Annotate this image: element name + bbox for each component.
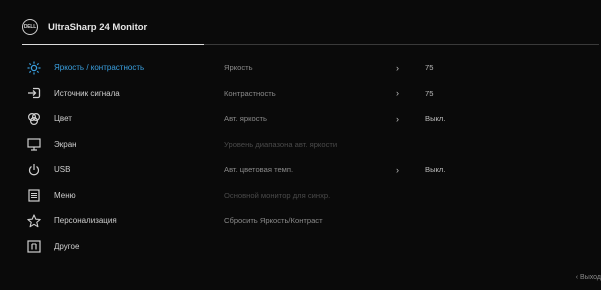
sidebar-item-label: USB — [54, 165, 71, 175]
exit-button[interactable]: ‹ Выход — [576, 274, 601, 281]
setting-value: Выкл. — [425, 165, 446, 175]
color-palette-icon — [26, 112, 42, 126]
input-source-icon — [26, 86, 42, 100]
setting-row-auto-color-temp[interactable]: Авт. цветовая темп. › Выкл. — [224, 157, 584, 183]
sidebar-item-menu[interactable]: Меню — [22, 183, 204, 209]
setting-label: Авт. яркость — [224, 114, 267, 124]
setting-row-reset-brightness-contrast[interactable]: Сбросить Яркость/Контраст — [224, 208, 584, 234]
sidebar-item-label: Цвет — [54, 114, 72, 124]
setting-label: Контрастность — [224, 88, 276, 98]
sidebar-item-color[interactable]: Цвет — [22, 106, 204, 132]
setting-value: Выкл. — [425, 114, 446, 124]
sidebar-item-label: Меню — [54, 190, 76, 200]
setting-row-brightness[interactable]: Яркость › 75 — [224, 55, 584, 81]
sidebar: Яркость / контрастность Источник сигнала — [22, 55, 204, 259]
sidebar-item-label: Источник сигнала — [54, 88, 120, 98]
divider — [204, 44, 599, 45]
setting-label: Сбросить Яркость/Контраст — [224, 216, 323, 226]
chevron-right-icon: › — [396, 62, 399, 73]
sidebar-item-personalize[interactable]: Персонализация — [22, 208, 204, 234]
menu-list-icon — [26, 188, 42, 202]
sidebar-item-usb[interactable]: USB — [22, 157, 204, 183]
active-tab-rule — [22, 44, 204, 45]
sidebar-item-label: Персонализация — [54, 216, 117, 226]
sidebar-item-label: Другое — [54, 241, 80, 251]
display-icon — [26, 137, 42, 151]
sidebar-item-brightness-contrast[interactable]: Яркость / контрастность — [22, 55, 204, 81]
sun-icon — [26, 61, 42, 75]
star-icon — [26, 214, 42, 228]
setting-label: Авт. цветовая темп. — [224, 165, 294, 175]
setting-row-contrast[interactable]: Контрастность › 75 — [224, 81, 584, 107]
monitor-title: UltraSharp 24 Monitor — [48, 21, 148, 33]
setting-row-sync-primary-monitor: Основной монитор для синхр. — [224, 183, 584, 209]
dell-logo: DELL — [22, 19, 38, 35]
setting-value: 75 — [425, 63, 434, 73]
sidebar-item-display[interactable]: Экран — [22, 132, 204, 158]
setting-label: Уровень диапазона авт. яркости — [224, 139, 338, 149]
sidebar-item-label: Яркость / контрастность — [54, 63, 145, 73]
chevron-right-icon: › — [396, 88, 399, 99]
setting-value: 75 — [425, 88, 434, 98]
sidebar-item-input-source[interactable]: Источник сигнала — [22, 81, 204, 107]
chevron-right-icon: › — [396, 113, 399, 124]
sidebar-item-label: Экран — [54, 139, 77, 149]
title-bar: DELL UltraSharp 24 Monitor — [22, 16, 147, 38]
usb-power-icon — [26, 163, 42, 177]
setting-row-auto-brightness-range: Уровень диапазона авт. яркости — [224, 132, 584, 158]
chevron-right-icon: › — [396, 164, 399, 175]
logo-text: DELL — [23, 24, 37, 30]
setting-label: Основной монитор для синхр. — [224, 190, 331, 200]
settings-panel: Яркость › 75 Контрастность › 75 Авт. ярк… — [224, 55, 584, 234]
setting-row-auto-brightness[interactable]: Авт. яркость › Выкл. — [224, 106, 584, 132]
osd-window: DELL UltraSharp 24 Monitor Яркость / кон… — [0, 0, 601, 290]
info-box-icon — [26, 239, 42, 253]
sidebar-item-other[interactable]: Другое — [22, 234, 204, 260]
setting-label: Яркость — [224, 63, 253, 73]
